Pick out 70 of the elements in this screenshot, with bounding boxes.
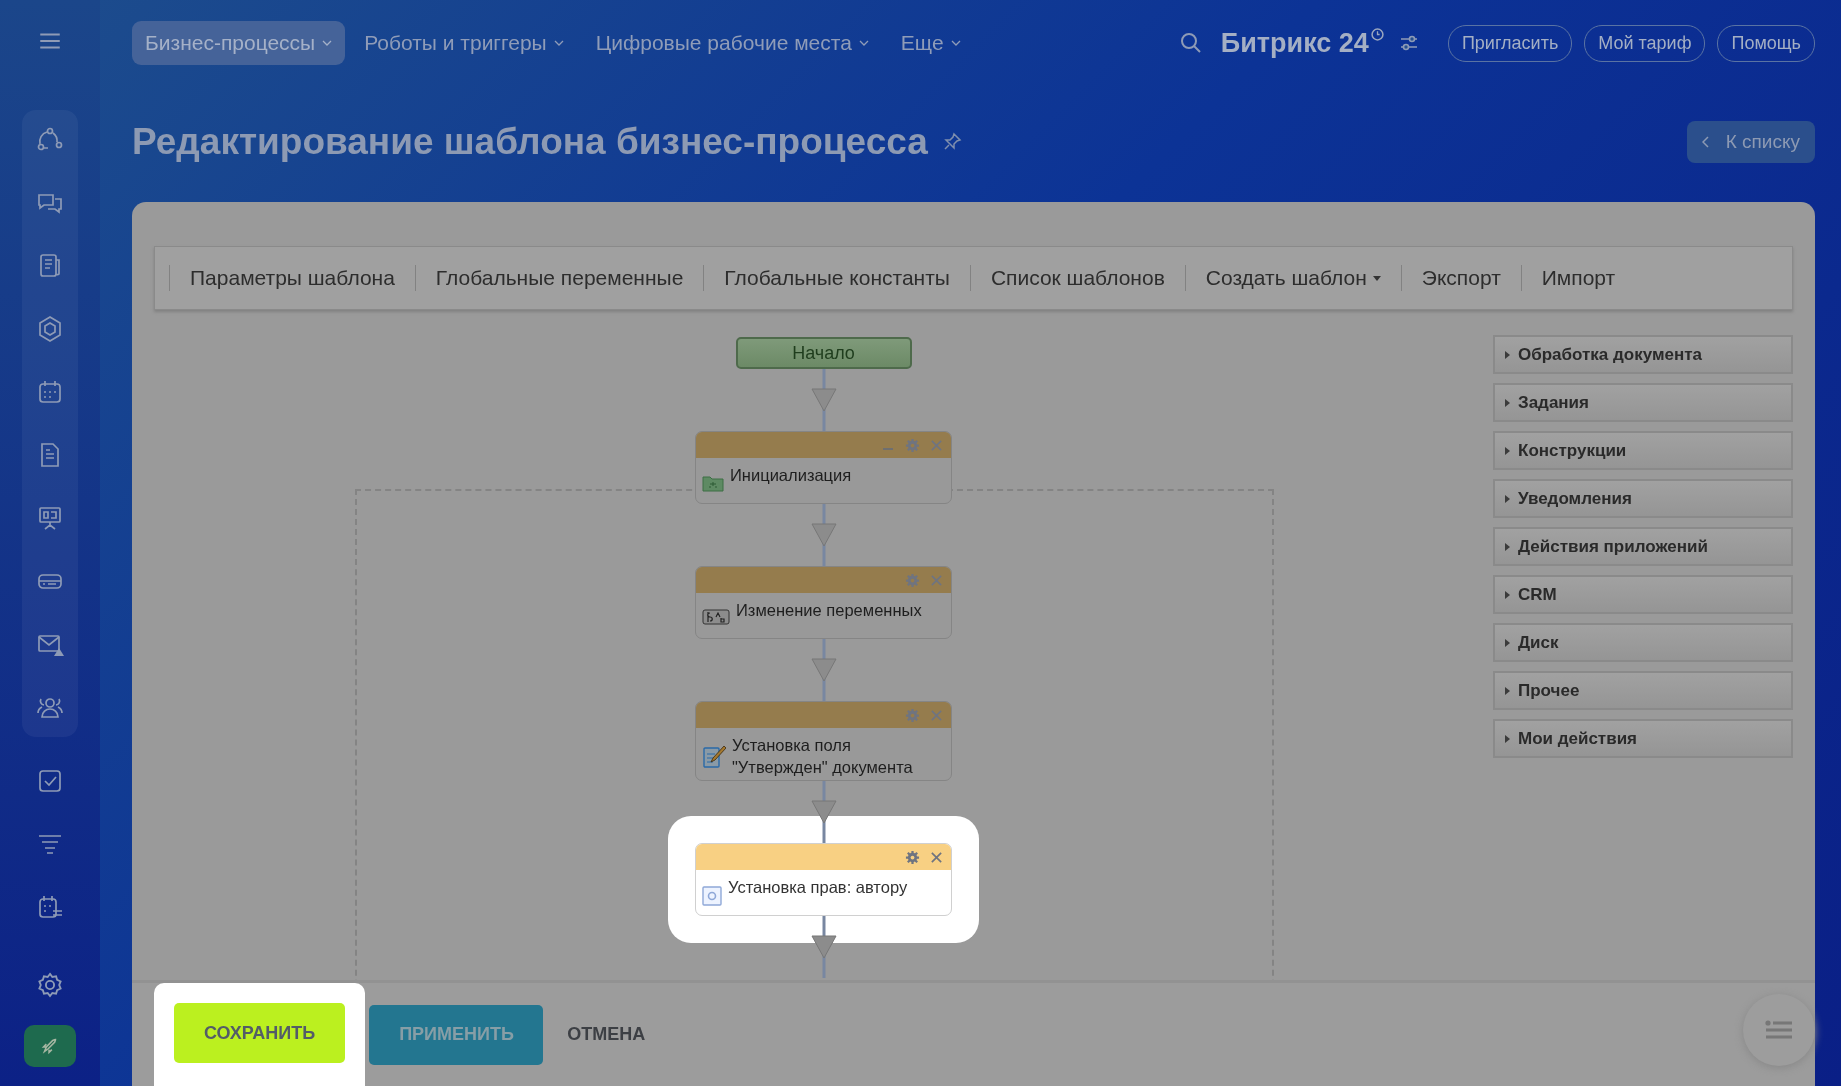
save-button[interactable]: СОХРАНИТЬ bbox=[174, 1003, 346, 1063]
planner-icon[interactable] bbox=[36, 893, 64, 921]
palette-group[interactable]: Действия приложений bbox=[1493, 527, 1793, 566]
calendar-icon[interactable] bbox=[36, 378, 64, 406]
toolbar-item[interactable]: Глобальные переменные bbox=[415, 260, 704, 296]
rocket-button[interactable] bbox=[24, 1025, 76, 1067]
connector-arrow bbox=[808, 639, 839, 701]
hexagon-icon[interactable] bbox=[36, 315, 64, 343]
permissions-icon bbox=[702, 886, 722, 906]
logo: Битрикс 24 bbox=[1220, 27, 1369, 59]
triangle-icon bbox=[1505, 494, 1510, 503]
cancel-button[interactable]: ОТМЕНА bbox=[551, 1004, 662, 1065]
list-icon bbox=[1765, 1020, 1793, 1040]
clock-icon bbox=[1370, 27, 1384, 41]
caret-icon bbox=[1372, 275, 1381, 281]
page-title: Редактирование шаблона бизнес-процесса bbox=[132, 121, 928, 163]
top-menu-item[interactable]: Роботы и триггеры bbox=[351, 21, 577, 65]
variables-icon bbox=[702, 609, 730, 625]
chevron-icon bbox=[322, 40, 333, 46]
back-button[interactable]: К списку bbox=[1686, 121, 1815, 163]
toolbar-item[interactable]: Параметры шаблона bbox=[170, 260, 415, 296]
connector-arrow bbox=[808, 504, 839, 566]
palette-group[interactable]: Обработка документа bbox=[1493, 335, 1793, 374]
triangle-icon bbox=[1505, 638, 1510, 647]
palette-group[interactable]: Задания bbox=[1493, 383, 1793, 422]
block-title: Изменение переменных bbox=[736, 600, 922, 621]
chevron-icon bbox=[1701, 136, 1710, 148]
close-icon[interactable] bbox=[930, 850, 943, 864]
palette-group[interactable]: Прочее bbox=[1493, 671, 1793, 710]
connector-arrow bbox=[808, 369, 839, 431]
top-menu-item[interactable]: Еще bbox=[887, 21, 974, 65]
palette-group[interactable]: Конструкции bbox=[1493, 431, 1793, 470]
settings-icon[interactable] bbox=[905, 849, 920, 865]
toolbar-item[interactable]: Импорт bbox=[1521, 260, 1636, 296]
palette-group[interactable]: Диск bbox=[1493, 623, 1793, 662]
connector-arrow bbox=[808, 781, 839, 843]
block-title: Инициализация bbox=[730, 465, 852, 486]
chevron-icon bbox=[858, 40, 869, 46]
chevron-icon bbox=[553, 40, 564, 46]
chevron-icon bbox=[950, 40, 961, 46]
block-title: Установка прав: автору bbox=[728, 877, 908, 898]
triangle-icon bbox=[1505, 350, 1510, 359]
palette-group[interactable]: Уведомления bbox=[1493, 479, 1793, 518]
toolbar-item[interactable]: Создать шаблон bbox=[1185, 260, 1401, 296]
connector-arrow bbox=[808, 916, 839, 978]
header-button[interactable]: Помощь bbox=[1717, 24, 1815, 62]
triangle-icon bbox=[1505, 686, 1510, 695]
triangle-icon bbox=[1505, 446, 1510, 455]
triangle-icon bbox=[1505, 734, 1510, 743]
top-menu-item[interactable]: Цифровые рабочие места bbox=[582, 21, 882, 65]
checkbox-icon[interactable] bbox=[36, 767, 64, 795]
toolbar-item[interactable]: Глобальные константы bbox=[704, 260, 970, 296]
folder-icon bbox=[702, 474, 724, 492]
block-title: Установка поля "Утвержден" документа bbox=[732, 735, 914, 778]
header-button[interactable]: Мой тариф bbox=[1584, 24, 1706, 62]
palette-group[interactable]: CRM bbox=[1493, 575, 1793, 614]
header-button[interactable]: Пригласить bbox=[1447, 24, 1573, 62]
settings-icon[interactable] bbox=[36, 971, 64, 999]
toolbar-item[interactable]: Экспорт bbox=[1401, 260, 1521, 296]
search-icon[interactable] bbox=[1178, 31, 1203, 55]
palette-group[interactable]: Мои действия bbox=[1493, 719, 1793, 758]
presentation-icon[interactable] bbox=[36, 504, 64, 532]
pin-icon[interactable] bbox=[941, 132, 962, 152]
start-node[interactable]: Начало bbox=[735, 337, 912, 369]
top-menu-item[interactable]: Бизнес-процессы bbox=[132, 21, 346, 65]
triangle-icon bbox=[1505, 542, 1510, 551]
toolbar-item[interactable]: Список шаблонов bbox=[970, 260, 1185, 296]
triangle-icon bbox=[1505, 398, 1510, 407]
edit-document-icon bbox=[702, 744, 726, 768]
triangle-icon bbox=[1505, 590, 1510, 599]
